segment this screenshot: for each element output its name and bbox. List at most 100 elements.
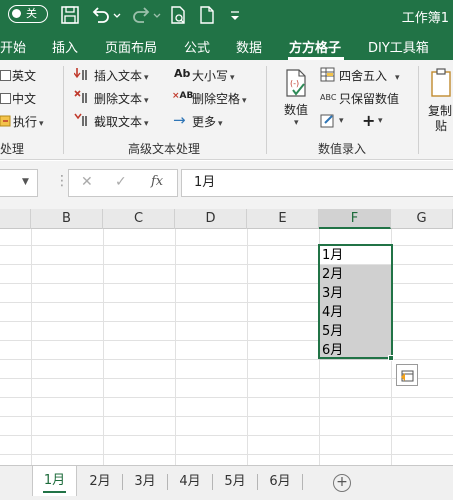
remove-spaces-button[interactable]: 删除空格 ▾ (192, 90, 247, 107)
chevron-down-icon: ▾ (242, 96, 247, 106)
chevron-down-icon[interactable] (112, 4, 122, 26)
new-document-icon[interactable] (198, 4, 216, 26)
chevron-down-icon: ▾ (39, 119, 44, 129)
toggle-knob (12, 9, 21, 18)
copy-paste-button[interactable]: 复制 贴 (426, 66, 453, 138)
chinese-option[interactable]: 中文 (12, 90, 36, 107)
plus-icon[interactable]: + (362, 111, 375, 130)
chevron-down-icon[interactable]: ▾ (378, 116, 383, 126)
column-header-a[interactable] (0, 209, 31, 229)
autosave-toggle[interactable]: 关 (8, 5, 48, 23)
remove-spaces-icon: ×AB (172, 91, 194, 101)
keep-numbers-button[interactable]: 只保留数值 (339, 90, 399, 107)
fill-handle[interactable] (388, 355, 394, 361)
insert-text-button[interactable]: 插入文本 ▾ (94, 67, 149, 84)
chevron-down-icon: ▾ (294, 118, 299, 128)
chevron-down-icon: ▾ (144, 73, 149, 83)
sheet-tab-6[interactable]: 6月 (258, 470, 302, 494)
delete-text-icon (74, 90, 87, 103)
ribbon-tab-bar: 开始 插入 页面布局 公式 数据 方方格子 DIY工具箱 (0, 30, 453, 60)
column-headers: B C D E F G (0, 209, 453, 229)
customize-toolbar-icon[interactable] (228, 4, 242, 26)
tab-home[interactable]: 开始 (0, 37, 26, 56)
redo-icon[interactable] (130, 4, 152, 26)
tab-insert[interactable]: 插入 (52, 37, 78, 56)
english-option[interactable]: 英文 (12, 67, 36, 84)
edit-cell-icon[interactable] (320, 113, 335, 128)
tab-diy-toolbox[interactable]: DIY工具箱 (368, 37, 429, 56)
insert-text-icon (74, 68, 87, 80)
confirm-icon[interactable]: ✓ (115, 174, 127, 190)
cell-f6[interactable]: 6月 (319, 341, 391, 360)
more-button[interactable]: 更多 ▾ (192, 113, 223, 130)
chevron-down-icon[interactable]: ▼ (22, 177, 29, 187)
case-button[interactable]: 大小写 ▾ (192, 67, 235, 84)
insert-function-icon[interactable]: fx (151, 174, 163, 189)
active-sheet-indicator (43, 491, 66, 493)
autosave-label: 关 (26, 7, 37, 20)
keep-numbers-icon: ABC (320, 93, 337, 102)
cell-f3[interactable]: 3月 (319, 284, 391, 303)
column-header-b[interactable]: B (31, 209, 103, 229)
autofill-options-icon (401, 370, 414, 382)
column-header-d[interactable]: D (175, 209, 247, 229)
cell-f4[interactable]: 4月 (319, 303, 391, 322)
tab-data[interactable]: 数据 (236, 37, 262, 56)
chevron-down-icon[interactable]: ▾ (339, 116, 344, 126)
extract-text-icon (74, 113, 87, 126)
english-checkbox[interactable] (0, 70, 11, 81)
column-header-c[interactable]: C (103, 209, 175, 229)
clipboard-icon (431, 68, 451, 97)
formula-input[interactable]: 1月 (181, 169, 453, 197)
paste-label: 贴 (435, 119, 448, 133)
quick-analysis-button[interactable] (396, 364, 418, 386)
undo-icon[interactable] (90, 4, 112, 26)
cell-f5[interactable]: 5月 (319, 322, 391, 341)
drag-handle-icon[interactable]: ⋮ (55, 173, 69, 189)
sheet-tab-2[interactable]: 2月 (78, 470, 122, 494)
tab-fangfang[interactable]: 方方格子 (289, 37, 341, 56)
tab-page-layout[interactable]: 页面布局 (105, 37, 157, 56)
sheet-tab-1[interactable]: 1月 (32, 466, 77, 496)
numeric-label: 数值 (284, 103, 309, 117)
name-box[interactable] (0, 169, 38, 197)
column-header-f[interactable]: F (319, 209, 391, 229)
column-header-g[interactable]: G (391, 209, 453, 229)
chevron-down-icon: ▾ (218, 119, 223, 129)
column-header-e[interactable]: E (247, 209, 319, 229)
cancel-icon[interactable]: ✕ (81, 174, 93, 190)
round-button[interactable]: 四舍五入 ▾ (339, 67, 400, 84)
save-icon[interactable] (60, 4, 80, 26)
formula-buttons: ✕ ✓ fx (68, 169, 178, 197)
chevron-down-icon: ▾ (395, 73, 400, 83)
numeric-big-button[interactable]: (-) 数值 ▾ (276, 66, 312, 136)
cell-f2[interactable]: 2月 (319, 265, 391, 284)
sheet-tab-3[interactable]: 3月 (123, 470, 167, 494)
formula-bar-area: ▼ ⋮ ✕ ✓ fx 1月 (0, 161, 453, 209)
round-icon (320, 67, 335, 82)
gridline (0, 454, 453, 455)
execute-button[interactable]: 执行 ▾ (13, 113, 44, 130)
chevron-down-icon: ▾ (144, 119, 149, 129)
chinese-checkbox[interactable] (0, 93, 11, 104)
chevron-down-icon: ▾ (230, 73, 235, 83)
group-separator (418, 66, 419, 154)
chevron-down-icon[interactable] (152, 4, 162, 26)
worksheet-grid[interactable]: B C D E F G 1月 2月 3月 4月 5月 6月 (0, 209, 453, 465)
sheet-tab-4[interactable]: 4月 (168, 470, 212, 494)
tab-formulas[interactable]: 公式 (184, 37, 210, 56)
extract-text-button[interactable]: 截取文本 ▾ (94, 113, 149, 130)
cell-f1[interactable]: 1月 (319, 246, 391, 265)
group-separator (266, 66, 267, 154)
sheet-tab-bar: 1月 2月 3月 4月 5月 6月 + (0, 465, 453, 500)
sheet-tab-5[interactable]: 5月 (213, 470, 257, 494)
delete-text-button[interactable]: 删除文本 ▾ (94, 90, 149, 107)
sheet-separator (302, 474, 303, 490)
execute-icon[interactable] (0, 114, 12, 128)
left-group-label: 处理 (0, 142, 25, 156)
workbook-title: 工作簿1 (401, 11, 449, 26)
numeric-icon: (-) (286, 69, 306, 97)
add-sheet-icon[interactable]: + (333, 474, 351, 492)
group-separator (63, 66, 64, 154)
print-preview-icon[interactable] (168, 4, 188, 26)
